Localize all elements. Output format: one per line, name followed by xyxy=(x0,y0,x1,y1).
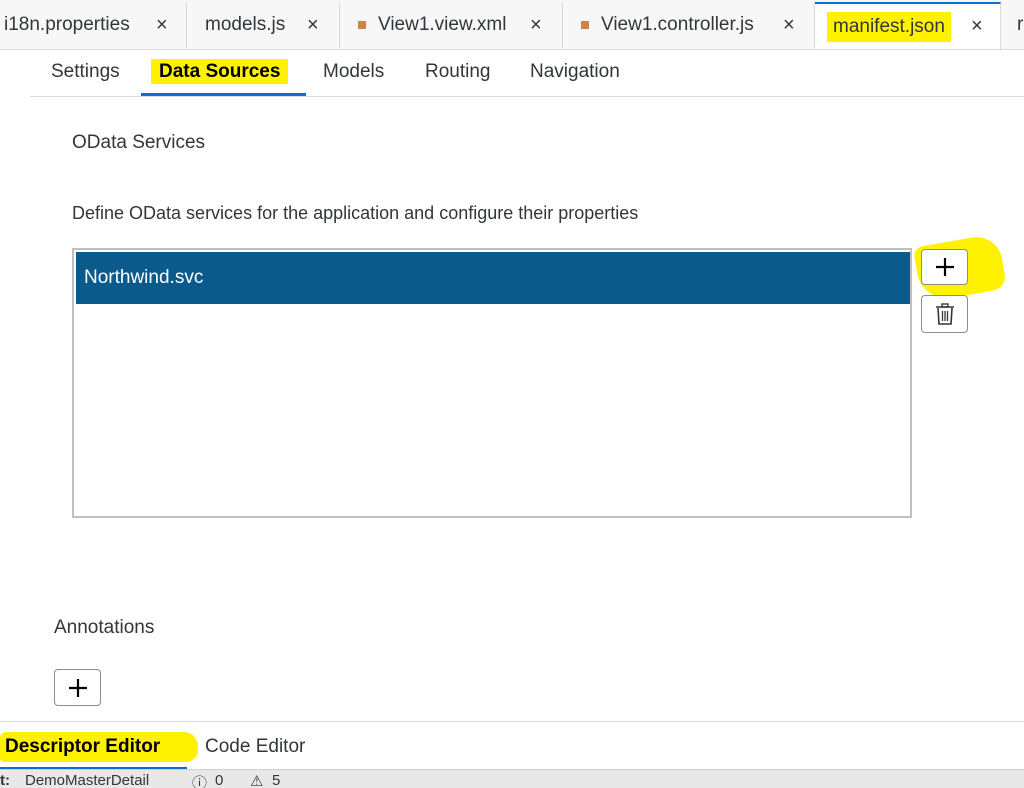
file-tab-view[interactable]: View1.view.xml × xyxy=(340,2,563,48)
file-tab-models[interactable]: models.js × xyxy=(187,2,340,48)
trash-icon xyxy=(935,303,954,325)
status-bar: t: DemoMasterDetail ⓘ 0 ⚠ 5 xyxy=(0,769,1024,788)
tab-label: Data Sources xyxy=(151,59,289,84)
project-label: t: xyxy=(0,772,10,788)
plus-icon xyxy=(68,678,87,697)
error-count: 0 xyxy=(215,772,224,788)
list-item[interactable]: Northwind.svc xyxy=(76,252,910,304)
modified-indicator-icon xyxy=(581,21,589,29)
add-annotation-button[interactable] xyxy=(54,669,101,706)
file-tab-label: r xyxy=(1017,14,1024,35)
file-tab-label: View1.view.xml xyxy=(378,14,507,35)
close-icon[interactable]: × xyxy=(530,14,542,37)
file-tab-label: models.js xyxy=(205,14,286,35)
editor-mode-tabs: Descriptor Editor Code Editor xyxy=(0,721,1024,770)
file-tab-manifest[interactable]: manifest.json × xyxy=(815,2,1001,49)
descriptor-section-tabs: Settings Data Sources Models Routing Nav… xyxy=(30,50,1024,97)
plus-icon xyxy=(935,258,954,276)
odata-services-title: OData Services xyxy=(72,132,206,153)
odata-services-description: Define OData services for the applicatio… xyxy=(72,203,639,223)
annotations-title: Annotations xyxy=(54,617,155,638)
close-icon[interactable]: × xyxy=(156,14,168,37)
add-service-button[interactable] xyxy=(921,249,968,285)
close-icon[interactable]: × xyxy=(307,14,319,37)
file-tab-controller[interactable]: View1.controller.js × xyxy=(563,2,815,48)
close-icon[interactable]: × xyxy=(783,14,795,37)
modified-indicator-icon xyxy=(358,21,366,29)
tab-navigation[interactable]: Navigation xyxy=(530,50,620,94)
tab-settings[interactable]: Settings xyxy=(51,50,120,94)
warning-icon[interactable]: ⚠ xyxy=(250,772,263,788)
file-tab-label: i18n.properties xyxy=(4,14,130,35)
file-tab-bar: i18n.properties × models.js × View1.view… xyxy=(0,0,1024,50)
tab-data-sources[interactable]: Data Sources xyxy=(141,50,307,96)
warning-count: 5 xyxy=(272,772,281,788)
file-tab-i18n[interactable]: i18n.properties × xyxy=(0,2,187,48)
error-icon[interactable]: ⓘ xyxy=(192,772,207,788)
project-name[interactable]: DemoMasterDetail xyxy=(25,772,149,788)
file-tab-label: manifest.json xyxy=(827,11,951,42)
odata-services-list[interactable]: Northwind.svc xyxy=(72,248,912,518)
close-icon[interactable]: × xyxy=(971,15,983,38)
tab-models[interactable]: Models xyxy=(323,50,384,94)
file-tab-overflow[interactable]: r xyxy=(1001,2,1024,48)
tab-code-editor[interactable]: Code Editor xyxy=(205,732,305,762)
file-tab-label: View1.controller.js xyxy=(601,14,754,35)
tab-descriptor-editor[interactable]: Descriptor Editor xyxy=(5,732,160,762)
delete-service-button[interactable] xyxy=(921,295,968,333)
tab-routing[interactable]: Routing xyxy=(425,50,491,94)
